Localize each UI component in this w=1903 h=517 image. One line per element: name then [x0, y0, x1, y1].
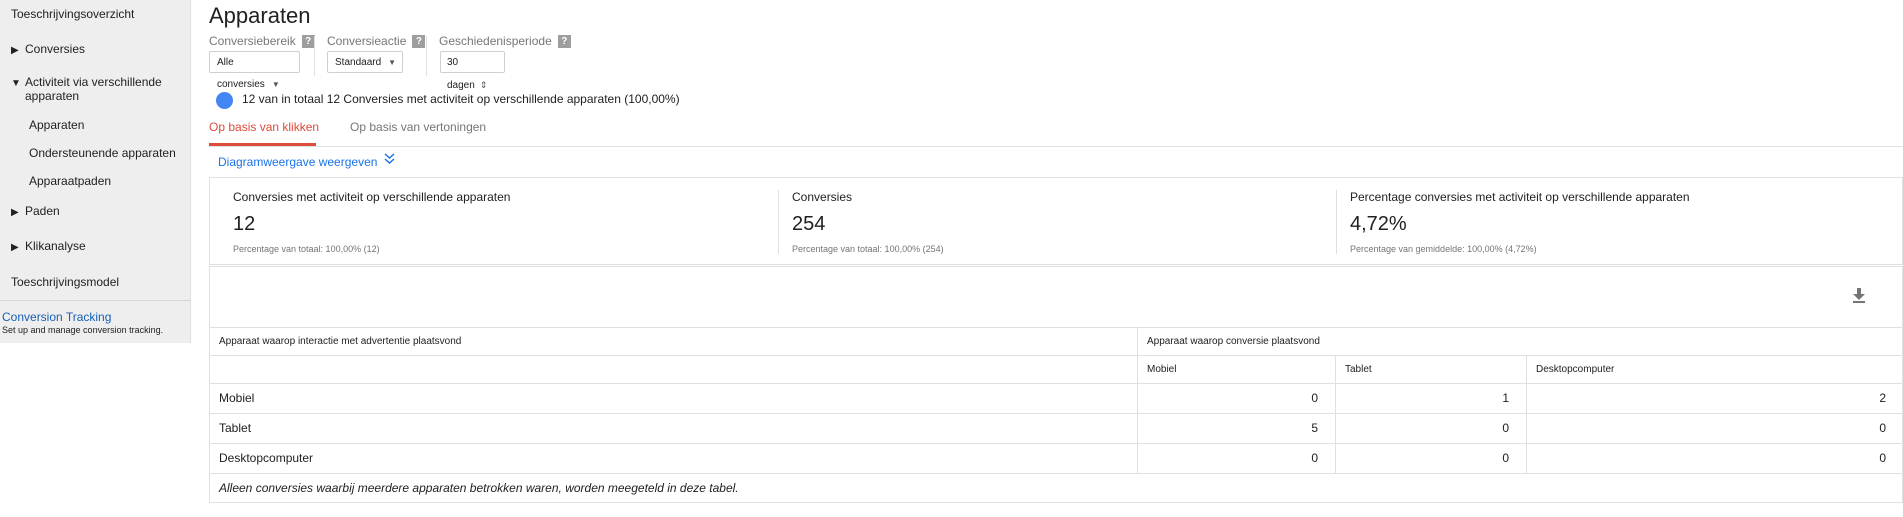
sidebar-item-conversies[interactable]: ▶ Conversies — [11, 42, 85, 56]
double-chevron-down-icon[interactable] — [384, 153, 395, 168]
tab-op-basis-van-klikken[interactable]: Op basis van klikken — [209, 120, 319, 134]
table-rule — [209, 443, 1903, 444]
table-rule — [209, 327, 1903, 328]
scorecard-separator — [1336, 190, 1337, 254]
sidebar-item-activiteit[interactable]: ▼ Activiteit via verschillende apparaten — [11, 76, 181, 103]
page-title: Apparaten — [209, 3, 311, 28]
sidebar-divider — [0, 300, 190, 301]
table-col-rule — [1335, 355, 1336, 473]
scorecard-label: Conversies met activiteit op verschillen… — [233, 190, 511, 204]
caret-down-icon: ▼ — [271, 80, 280, 89]
download-icon[interactable] — [1852, 287, 1866, 303]
table-col-header-mobiel[interactable]: Mobiel — [1147, 364, 1176, 375]
sidebar-item-label: Paden — [25, 204, 60, 218]
triangle-right-icon: ▶ — [11, 242, 19, 253]
table-cell: 0 — [1502, 451, 1509, 465]
caret-down-icon: ▼ — [388, 58, 397, 67]
scorecard-cross-device: Conversies met activiteit op verschillen… — [233, 178, 773, 266]
table-cell: 0 — [1311, 451, 1318, 465]
table-col-header-tablet[interactable]: Tablet — [1345, 364, 1372, 375]
scorecard-conversions: Conversies 254 Percentage van totaal: 10… — [792, 178, 1332, 266]
sidebar-item-label: Activiteit via verschillende — [25, 75, 162, 89]
filter-label-geschiedenisperiode: Geschiedenisperiode? — [439, 34, 571, 49]
scorecard-label: Percentage conversies met activiteit op … — [1350, 190, 1690, 204]
scorecard-subtext: Percentage van totaal: 100,00% (12) — [233, 244, 380, 254]
sidebar-subitem-apparaatpaden[interactable]: Apparaatpaden — [29, 174, 111, 188]
up-down-arrows-icon: ⇕ — [479, 80, 488, 90]
table-rule — [209, 383, 1903, 384]
sidebar-item-label: Klikanalyse — [25, 239, 86, 253]
sidebar-item-toeschrijvingsoverzicht[interactable]: Toeschrijvingsoverzicht — [11, 7, 134, 21]
sidebar-subitem-apparaten[interactable]: Apparaten — [29, 118, 84, 132]
table-row-device: Mobiel — [219, 391, 255, 405]
help-icon[interactable]: ? — [557, 35, 571, 49]
table-col-rule — [1137, 327, 1138, 473]
table-cell: 2 — [1879, 391, 1886, 405]
scorecard-value: 4,72% — [1350, 213, 1407, 235]
sidebar-subitem-ondersteunende-apparaten[interactable]: Ondersteunende apparaten — [29, 146, 176, 160]
scorecard-percentage: Percentage conversies met activiteit op … — [1350, 178, 1890, 266]
scorecard-subtext: Percentage van gemiddelde: 100,00% (4,72… — [1350, 244, 1537, 254]
table-col-rule — [1526, 355, 1527, 473]
cross-device-summary: 12 van in totaal 12 Conversies met activ… — [242, 92, 680, 106]
conversion-tracking-description: Set up and manage conversion tracking. — [2, 325, 164, 335]
table-col-group-header: Apparaat waarop conversie plaatsvond — [1147, 336, 1320, 347]
conversion-tracking-link[interactable]: Conversion Tracking — [2, 310, 111, 324]
table-cell: 0 — [1879, 421, 1886, 435]
sidebar-item-paden[interactable]: ▶ Paden — [11, 204, 60, 218]
table-row-device: Desktopcomputer — [219, 451, 314, 465]
diagram-view-link[interactable]: Diagramweergave weergeven — [218, 155, 377, 169]
double-chevron-down-svg — [384, 153, 395, 165]
table-cell: 1 — [1502, 391, 1509, 405]
help-icon[interactable]: ? — [412, 35, 426, 49]
table-row-header: Apparaat waarop interactie met advertent… — [219, 336, 462, 347]
triangle-right-icon: ▶ — [11, 45, 19, 56]
sidebar-item-label-cont: apparaten — [25, 89, 80, 103]
conversiebereik-dropdown[interactable]: Alle conversies ▼ — [209, 51, 300, 90]
info-dot-icon — [216, 92, 233, 109]
filter-separator — [426, 36, 427, 76]
table-footnote: Alleen conversies waarbij meerdere appar… — [219, 481, 739, 495]
filter-label-text: Conversiebereik — [209, 34, 296, 48]
triangle-right-icon: ▶ — [11, 207, 19, 218]
dropdown-value: Standaard — [335, 57, 382, 68]
scorecard-value: 254 — [792, 213, 826, 235]
table-rule — [209, 413, 1903, 414]
help-icon[interactable]: ? — [301, 35, 315, 49]
dropdown-value: 30 dagen — [447, 57, 475, 91]
filter-separator — [314, 36, 315, 76]
sidebar: Toeschrijvingsoverzicht ▶ Conversies ▼ Act… — [0, 0, 191, 343]
scorecards: Conversies met activiteit op verschillen… — [209, 177, 1903, 265]
sidebar-item-label: Conversies — [25, 42, 86, 56]
geschiedenisperiode-stepper[interactable]: 30 dagen ⇕ — [440, 51, 505, 91]
table-cell: 0 — [1879, 451, 1886, 465]
tab-op-basis-van-vertoningen[interactable]: Op basis van vertoningen — [350, 120, 486, 134]
download-svg — [1853, 288, 1865, 303]
table-cell: 0 — [1311, 391, 1318, 405]
table-rule — [209, 355, 1903, 356]
filter-label-text: Geschiedenisperiode — [439, 34, 552, 48]
scorecard-value: 12 — [233, 213, 256, 235]
table-cell: 0 — [1502, 421, 1509, 435]
filter-label-conversieactie: Conversieactie? — [327, 34, 426, 49]
table-row-device: Tablet — [219, 421, 252, 435]
scorecard-subtext: Percentage van totaal: 100,00% (254) — [792, 244, 944, 254]
filter-label-text: Conversieactie — [327, 34, 407, 48]
scorecard-separator — [778, 190, 779, 254]
dropdown-value: Alle conversies — [217, 57, 265, 90]
sidebar-item-klikanalyse[interactable]: ▶ Klikanalyse — [11, 239, 86, 253]
tab-divider — [209, 146, 1903, 147]
conversieactie-dropdown[interactable]: Standaard ▼ — [327, 51, 403, 73]
table-col-header-desktopcomputer[interactable]: Desktopcomputer — [1536, 364, 1614, 375]
table-cell: 5 — [1311, 421, 1318, 435]
device-table — [209, 266, 1903, 503]
table-rule — [209, 473, 1903, 474]
filter-label-conversiebereik: Conversiebereik? — [209, 34, 315, 49]
sidebar-item-toeschrijvingsmodel[interactable]: Toeschrijvingsmodel — [11, 275, 119, 289]
scorecard-label: Conversies — [792, 190, 853, 204]
